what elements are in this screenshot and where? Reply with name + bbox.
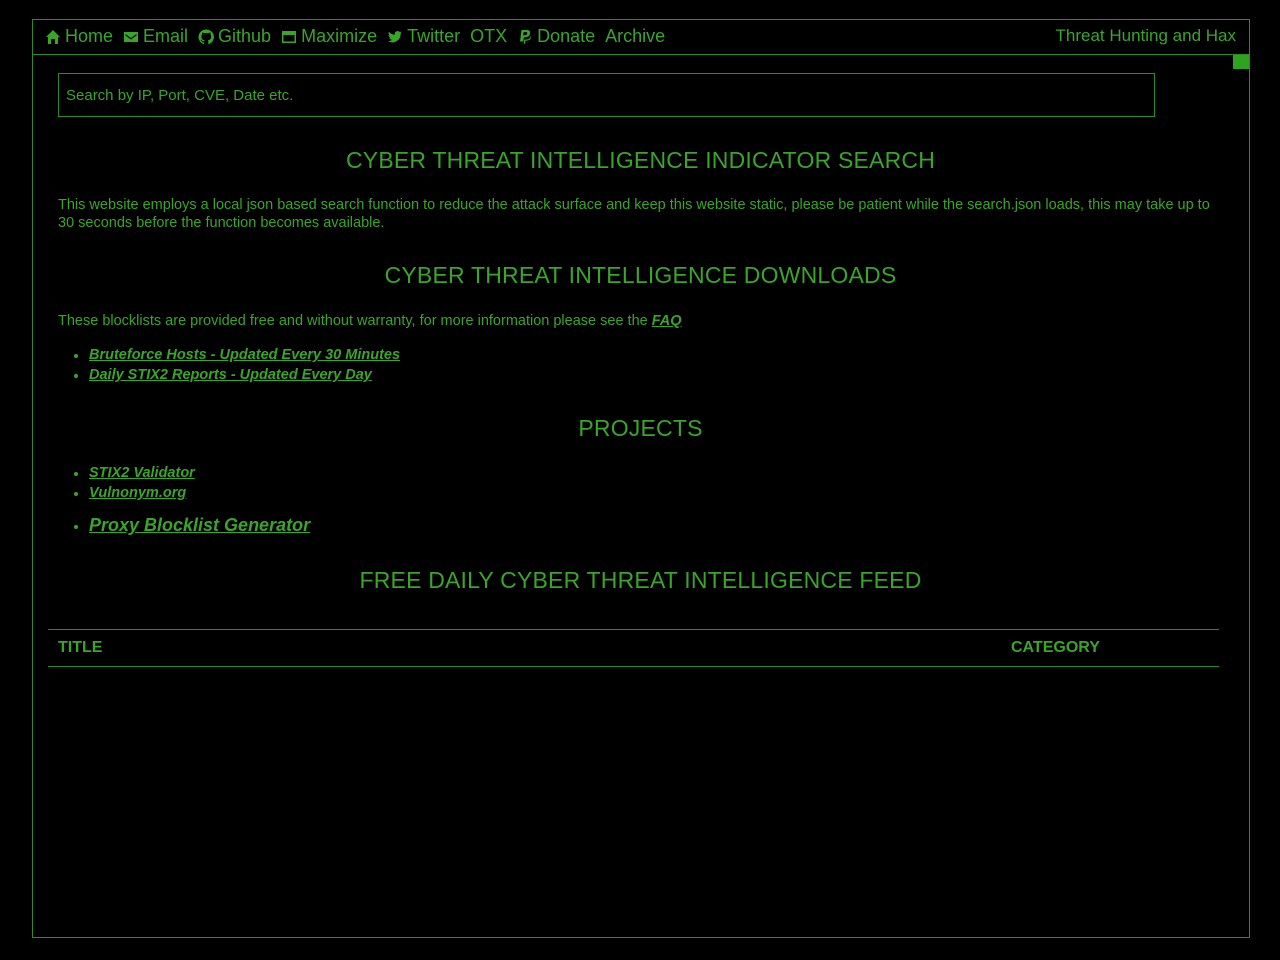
nav-email-label: Email — [143, 26, 189, 46]
nav-donate-label: Donate — [537, 26, 596, 46]
projects-heading: PROJECTS — [578, 415, 703, 441]
nav-email[interactable]: Email — [123, 26, 188, 47]
page-frame: Home Email Github Maximize Twitter OTX D… — [32, 19, 1250, 938]
column-header-category[interactable]: CATEGORY — [1011, 639, 1100, 657]
nav-home-label: Home — [65, 26, 114, 46]
envelope-icon — [124, 31, 139, 42]
projects-list: STIX2 Validator Vulnonym.org Proxy Block… — [74, 463, 1223, 537]
bruteforce-hosts-link[interactable]: Bruteforce Hosts - Updated Every 30 Minu… — [89, 347, 400, 363]
indicator-search-heading: CYBER THREAT INTELLIGENCE INDICATOR SEAR… — [345, 147, 936, 173]
list-item: Bruteforce Hosts - Updated Every 30 Minu… — [74, 345, 1223, 365]
nav-twitter[interactable]: Twitter — [387, 26, 460, 47]
nav-maximize[interactable]: Maximize — [281, 26, 377, 47]
search-input[interactable] — [58, 73, 1155, 117]
downloads-description-text: These blocklists are provided free and w… — [58, 313, 648, 329]
window-maximize-icon — [282, 30, 297, 43]
column-header-title[interactable]: TITLE — [58, 639, 102, 657]
nav-maximize-label: Maximize — [301, 26, 378, 46]
github-icon — [198, 28, 214, 44]
nav-github-label: Github — [218, 26, 272, 46]
list-item: Daily STIX2 Reports - Updated Every Day — [74, 365, 1223, 385]
nav-otx-label: OTX — [470, 26, 508, 46]
faq-link[interactable]: FAQ — [652, 313, 682, 329]
nav-github[interactable]: Github — [198, 26, 271, 47]
stix2-validator-link[interactable]: STIX2 Validator — [89, 465, 195, 481]
main-content: CYBER THREAT INTELLIGENCE INDICATOR SEAR… — [58, 73, 1223, 594]
downloads-heading: CYBER THREAT INTELLIGENCE DOWNLOADS — [384, 262, 897, 288]
paypal-icon — [520, 29, 532, 44]
feed-table-header: TITLE CATEGORY — [48, 629, 1219, 667]
list-item: Vulnonym.org — [74, 483, 1223, 503]
twitter-icon — [388, 30, 403, 42]
nav-donate[interactable]: Donate — [517, 26, 595, 47]
site-brand[interactable]: Threat Hunting and Hax — [1056, 26, 1237, 46]
nav-twitter-label: Twitter — [407, 26, 461, 46]
nav-otx[interactable]: OTX — [470, 26, 507, 47]
home-icon — [46, 29, 60, 44]
nav-archive[interactable]: Archive — [605, 26, 665, 47]
list-item: Proxy Blocklist Generator — [74, 513, 1223, 537]
nav-home[interactable]: Home — [45, 26, 113, 47]
scrollbar-thumb[interactable] — [1233, 55, 1249, 69]
daily-stix2-reports-link[interactable]: Daily STIX2 Reports - Updated Every Day — [89, 367, 372, 383]
downloads-description: These blocklists are provided free and w… — [58, 312, 1223, 330]
nav-menu: Home Email Github Maximize Twitter OTX D… — [45, 26, 675, 47]
nav-archive-label: Archive — [605, 26, 666, 46]
downloads-list: Bruteforce Hosts - Updated Every 30 Minu… — [74, 345, 1223, 385]
top-navigation-bar: Home Email Github Maximize Twitter OTX D… — [33, 20, 1249, 55]
indicator-search-description: This website employs a local json based … — [58, 197, 1210, 231]
list-item: STIX2 Validator — [74, 463, 1223, 483]
vulnonym-link[interactable]: Vulnonym.org — [89, 485, 186, 501]
proxy-blocklist-generator-link[interactable]: Proxy Blocklist Generator — [89, 515, 310, 535]
feed-heading: FREE DAILY CYBER THREAT INTELLIGENCE FEE… — [359, 567, 922, 593]
